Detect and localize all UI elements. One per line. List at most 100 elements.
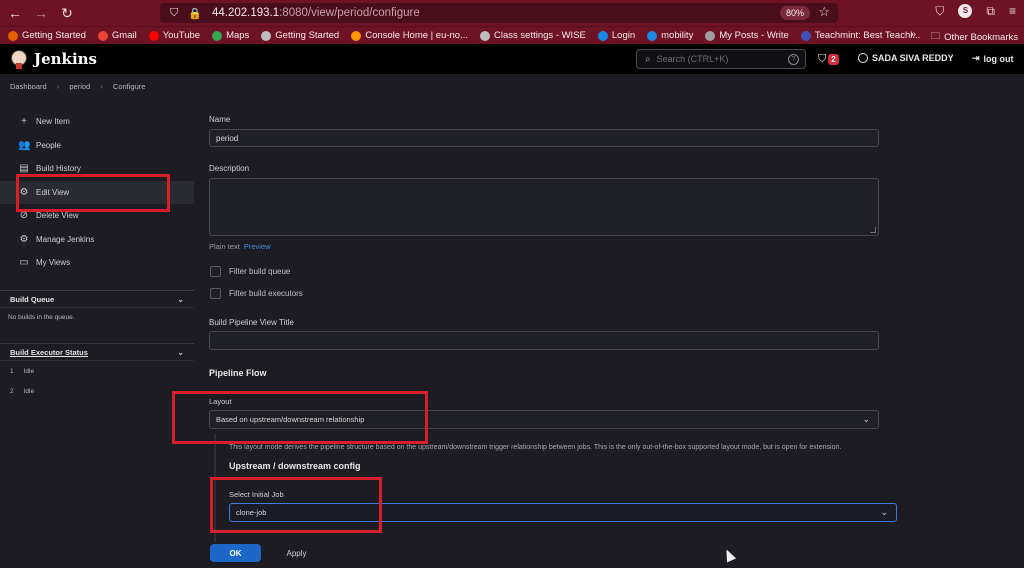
bookmark-favicon-icon <box>480 30 491 41</box>
help-icon[interactable]: ? <box>788 53 799 65</box>
name-label: Name <box>209 115 231 124</box>
people-icon: 👥 <box>18 139 31 151</box>
bookmarks-bar: Getting Started Gmail YouTube Maps Getting S… <box>0 26 1024 44</box>
menu-icon[interactable]: ≡ <box>1009 4 1016 19</box>
name-input[interactable]: period <box>209 129 879 147</box>
layout-description: This layout mode derives the pipeline st… <box>229 444 842 451</box>
bookmark-favicon-icon <box>800 30 811 41</box>
url-text: 44.202.193.1:8080/view/period/configure <box>211 7 420 19</box>
breadcrumb: Dashboard › period › Configure <box>10 82 145 91</box>
bookmark-item[interactable]: Console Home | eu-no... <box>351 30 468 41</box>
description-textarea[interactable] <box>209 178 879 236</box>
pipeline-title-label: Build Pipeline View Title <box>209 318 294 327</box>
chevron-down-icon[interactable]: ⌄ <box>177 348 184 357</box>
plus-icon: + <box>21 116 27 128</box>
window-icon: ▭ <box>19 257 29 269</box>
jenkins-logo-icon[interactable] <box>10 49 28 69</box>
bookmark-item[interactable]: My Posts - Write <box>705 30 789 41</box>
build-queue-panel: Build Queue ⌄ No builds in the queue. <box>0 290 194 327</box>
search-placeholder: Search (CTRL+K) <box>656 54 729 64</box>
sidebar-item-my-views[interactable]: ▭ My Views <box>0 251 194 275</box>
bookmark-favicon-icon <box>148 30 159 41</box>
logout-link[interactable]: ⇥ log out <box>972 53 1014 64</box>
filter-build-queue-checkbox[interactable] <box>210 266 221 277</box>
description-label: Description <box>209 164 250 173</box>
bookmark-item[interactable]: Login <box>597 30 635 41</box>
chevron-right-icon: › <box>100 82 103 91</box>
bookmarks-overflow-icon[interactable]: » <box>910 29 916 40</box>
security-alert[interactable]: ⛉ 2 <box>818 53 839 66</box>
annotation-box-layout <box>172 391 428 444</box>
bookmark-item[interactable]: Getting Started <box>8 30 86 41</box>
shield-icon: ⛉ <box>170 6 179 19</box>
user-icon <box>858 53 868 63</box>
back-icon[interactable]: ← <box>4 2 26 24</box>
bookmark-favicon-icon <box>261 30 272 41</box>
zoom-badge[interactable]: 80% <box>779 6 810 20</box>
chevron-down-icon: ⌄ <box>862 413 870 424</box>
ok-button[interactable]: OK <box>210 544 261 562</box>
breadcrumb-configure[interactable]: Configure <box>113 82 146 91</box>
filter-build-queue-row: Filter build queue <box>210 266 290 277</box>
user-menu[interactable]: SADA SIVA REDDY <box>858 53 954 63</box>
filter-build-executors-row: Filter build executors <box>210 288 303 299</box>
alert-count-badge: 2 <box>828 54 839 65</box>
chevron-down-icon[interactable]: ⌄ <box>177 295 184 304</box>
filter-build-executors-checkbox[interactable] <box>210 288 221 299</box>
bookmark-item[interactable]: Teachmint: Best Teachi... <box>800 30 920 41</box>
chevron-right-icon: › <box>56 82 60 91</box>
executor-row: 2 Idle <box>10 387 35 395</box>
executor-status-panel: Build Executor Status ⌄ 1 Idle 2 Idle <box>0 343 194 401</box>
folder-icon: 🗀 <box>930 31 941 42</box>
upstream-config-heading: Upstream / downstream config <box>229 461 361 471</box>
search-icon: ⌕ <box>645 53 651 65</box>
pipeline-flow-heading: Pipeline Flow <box>209 368 267 378</box>
bookmark-item[interactable]: mobility <box>647 30 693 41</box>
search-input[interactable]: ⌕ Search (CTRL+K) ? <box>636 49 806 69</box>
sidebar-item-new-item[interactable]: + New Item <box>0 110 194 134</box>
bookmark-favicon-icon <box>8 30 18 41</box>
url-bar[interactable]: ⛉ 🔒 44.202.193.1:8080/view/period/config… <box>160 3 838 23</box>
executor-status-header[interactable]: Build Executor Status ⌄ <box>0 343 194 361</box>
jenkins-title[interactable]: Jenkins <box>34 50 97 68</box>
other-bookmarks[interactable]: 🗀 Other Bookmarks <box>931 29 1018 45</box>
extensions-icon[interactable]: ⧉ <box>986 4 995 19</box>
bookmark-star-icon[interactable]: ☆ <box>818 4 830 20</box>
reload-icon[interactable]: ↻ <box>56 2 78 24</box>
history-icon: ▤ <box>19 163 29 175</box>
bookmark-item[interactable]: Maps <box>212 30 249 41</box>
breadcrumb-period[interactable]: period <box>69 82 90 91</box>
user-name: SADA SIVA REDDY <box>872 53 954 63</box>
preview-link[interactable]: Preview <box>244 242 271 251</box>
bookmark-item[interactable]: YouTube <box>148 30 200 41</box>
bookmark-item[interactable]: Class settings - WISE <box>480 30 586 41</box>
build-queue-empty: No builds in the queue. <box>8 314 75 321</box>
pipeline-title-input[interactable] <box>209 331 879 350</box>
jenkins-header: Jenkins ⌕ Search (CTRL+K) ? ⛉ 2 SADA SIV… <box>0 44 1024 74</box>
build-queue-header[interactable]: Build Queue ⌄ <box>0 290 194 308</box>
apply-button[interactable]: Apply <box>274 544 319 562</box>
profile-avatar[interactable]: S <box>958 4 973 18</box>
logout-icon: ⇥ <box>972 53 980 63</box>
resize-handle[interactable] <box>870 227 876 233</box>
bookmark-favicon-icon <box>647 30 658 41</box>
executor-row: 1 Idle <box>10 367 35 375</box>
breadcrumb-dashboard[interactable]: Dashboard <box>10 82 47 91</box>
sidebar-item-manage-jenkins[interactable]: ⚙ Manage Jenkins <box>0 228 194 252</box>
annotation-box-initial-job <box>210 477 382 533</box>
sidebar-item-people[interactable]: 👥 People <box>0 134 194 158</box>
annotation-box-edit-view <box>16 174 170 212</box>
bookmark-favicon-icon <box>351 30 362 41</box>
bookmark-favicon-icon <box>597 30 608 41</box>
browser-icons: ⛉ S ⧉ ≡ <box>935 4 1016 19</box>
lock-icon: 🔒 <box>188 7 202 20</box>
pocket-icon[interactable]: ⛉ <box>935 4 944 19</box>
bookmark-favicon-icon <box>705 30 716 41</box>
forward-icon[interactable]: → <box>30 2 52 24</box>
bookmark-item[interactable]: Gmail <box>97 30 137 41</box>
browser-toolbar: ← → ↻ ⛉ 🔒 44.202.193.1:8080/view/period/… <box>0 0 1024 26</box>
mouse-cursor <box>721 547 737 563</box>
shield-alert-icon: ⛉ <box>818 53 827 65</box>
bookmark-favicon-icon <box>212 30 223 41</box>
bookmark-item[interactable]: Getting Started <box>261 30 339 41</box>
